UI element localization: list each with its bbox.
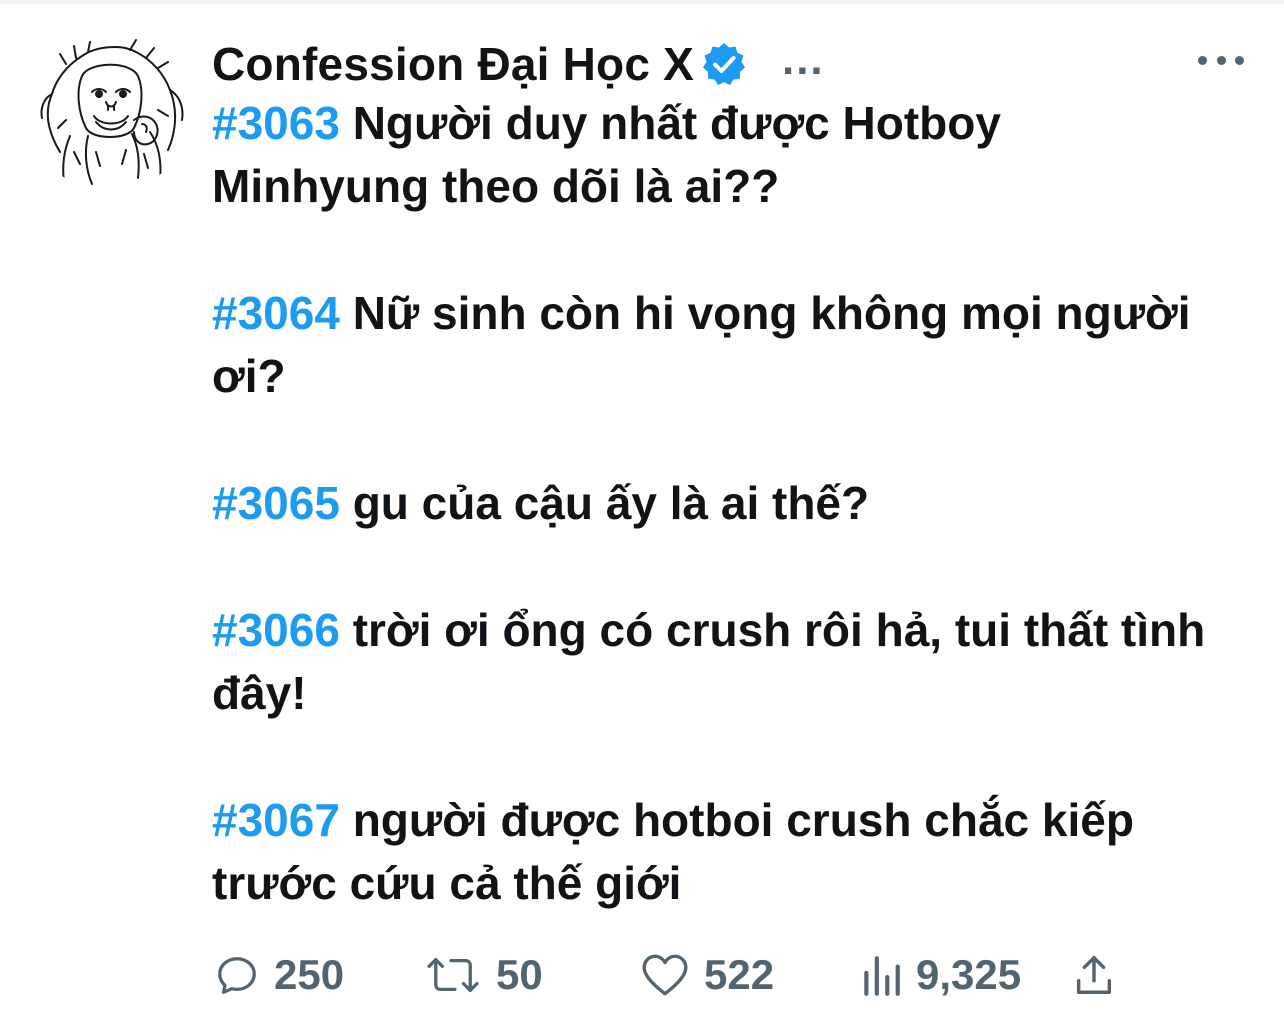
post-text: gu của cậu ấy là ai thế?: [352, 477, 870, 529]
like-button[interactable]: 522: [640, 944, 774, 1006]
confession-post: #3063 Người duy nhất được Hotboy Minhyun…: [212, 92, 1212, 218]
post-text: trời ơi ổng có crush rôi hả, tui thất tì…: [212, 604, 1206, 719]
reply-button[interactable]: 250: [214, 944, 344, 1006]
verified-badge-icon: [700, 40, 748, 88]
view-count: 9,325: [916, 951, 1022, 998]
retweet-button[interactable]: 50: [424, 944, 543, 1006]
hashtag-link[interactable]: #3067: [212, 794, 340, 846]
hashtag-link[interactable]: #3065: [212, 477, 340, 529]
retweet-count: 50: [496, 951, 543, 998]
more-dot: [1216, 55, 1226, 65]
reply-count: 250: [274, 951, 345, 998]
display-name[interactable]: Confession Đại Học X: [212, 37, 694, 91]
reply-icon: [218, 957, 256, 994]
heart-icon: [642, 954, 688, 996]
hashtag-link[interactable]: #3064: [212, 287, 340, 339]
more-dot: [1198, 55, 1207, 65]
like-count: 522: [704, 951, 775, 998]
confession-post: #3067 người được hotboi crush chắc kiếp …: [212, 789, 1212, 915]
tweet-text: #3063 Người duy nhất được Hotboy Minhyun…: [212, 92, 1212, 915]
share-button[interactable]: [1074, 944, 1114, 1006]
tweet-header: Confession Đại Học X ...: [212, 32, 825, 96]
confession-post: #3066 trời ơi ổng có crush rôi hả, tui t…: [212, 599, 1212, 725]
tweet-action-bar: 250 50 522 9,325: [212, 944, 1132, 1006]
header-ellipsis: ...: [781, 35, 825, 84]
confession-post: #3065 gu của cậu ấy là ai thế?: [212, 472, 1212, 535]
confession-post: #3064 Nữ sinh còn hi vọng không mọi ngườ…: [212, 282, 1212, 408]
top-divider: [0, 0, 1284, 4]
hashtag-link[interactable]: #3063: [212, 97, 340, 149]
hashtag-link[interactable]: #3066: [212, 604, 340, 656]
views-button[interactable]: 9,325: [860, 944, 1021, 1006]
avatar[interactable]: [30, 32, 190, 192]
post-text: người được hotboi crush chắc kiếp trước …: [212, 794, 1134, 909]
views-chart-icon: [864, 956, 900, 996]
more-options-icon[interactable]: [1196, 40, 1246, 80]
retweet-icon: [427, 958, 479, 992]
share-icon: [1076, 956, 1112, 994]
more-dot: [1235, 55, 1244, 65]
post-text: Nữ sinh còn hi vọng không mọi người ơi?: [212, 287, 1191, 402]
orangutan-avatar-icon: [40, 39, 184, 185]
